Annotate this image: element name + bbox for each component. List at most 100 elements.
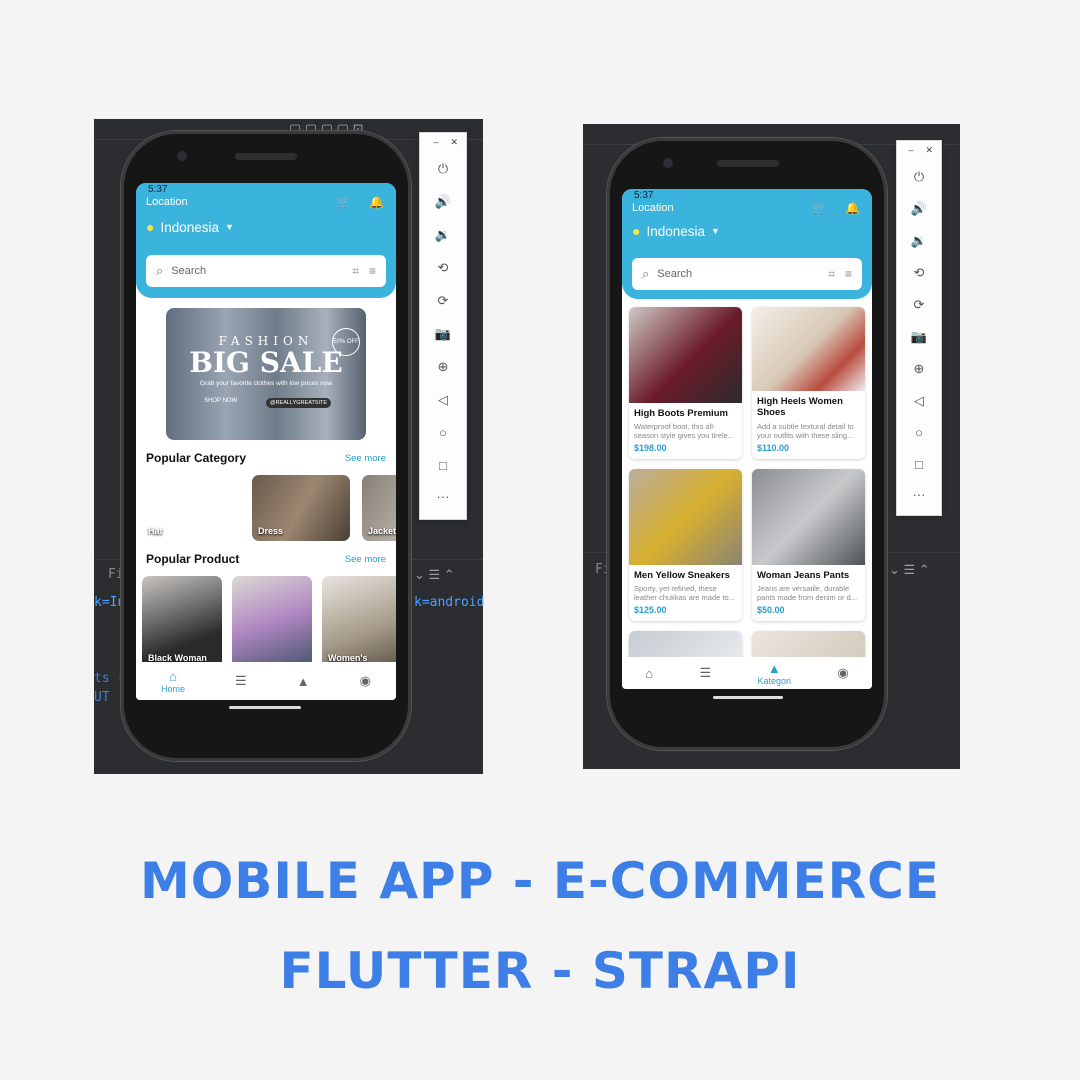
product-card[interactable]: Women's: [322, 576, 396, 668]
nav-home[interactable]: ⌂: [645, 666, 653, 681]
category-icon: ▲: [296, 673, 310, 689]
scan-icon[interactable]: ⌗: [828, 267, 835, 282]
volume-up-icon[interactable]: 🔊: [420, 194, 466, 210]
location-label: Location: [632, 202, 674, 214]
rotate-right-icon[interactable]: ⟳: [420, 293, 466, 309]
minimize-icon[interactable]: –: [908, 145, 913, 156]
see-more-link[interactable]: See more: [345, 554, 386, 565]
nav-category-label: Kategori: [757, 675, 792, 686]
home-indicator: [713, 696, 783, 699]
product-card[interactable]: Black Woman: [142, 576, 222, 668]
phone-frame-left: 5:37 Location 🛒 🔔 ● Indonesia ▼ ⌕ Search ⌗ …: [121, 131, 411, 761]
more-icon[interactable]: ···: [420, 489, 466, 504]
nav-profile[interactable]: ◉: [360, 673, 371, 689]
product-card[interactable]: High Boots Premium Waterproof boot, this…: [629, 307, 742, 459]
front-camera: [177, 151, 187, 161]
emulator-controls-left: – ✕ ⏻ 🔊 🔉 ⟲ ⟳ 📷 ⊕ ◁ ○ □ ···: [419, 132, 467, 520]
category-label: Hat: [148, 526, 163, 536]
category-card[interactable]: Hat: [142, 475, 240, 541]
camera-icon[interactable]: 📷: [420, 326, 466, 342]
product-card[interactable]: High Heels Women Shoes Add a subtle text…: [752, 307, 865, 459]
filter-icon[interactable]: ≡: [845, 267, 852, 281]
speaker: [717, 160, 779, 167]
volume-up-icon[interactable]: 🔊: [897, 201, 941, 217]
ide-filter-icons[interactable]: ⌄ ☰ ⌃: [414, 567, 455, 583]
home-indicator: [229, 706, 301, 709]
banner-badge: 50% OFF: [332, 328, 360, 356]
volume-down-icon[interactable]: 🔉: [897, 233, 941, 249]
filter-icon[interactable]: ≡: [369, 264, 376, 278]
speaker: [235, 153, 297, 160]
status-time: 5:37: [634, 190, 654, 201]
scan-icon[interactable]: ⌗: [352, 264, 359, 279]
product-desc: Waterproof boot, this all-season style g…: [634, 422, 735, 440]
home-icon: ⌂: [169, 668, 177, 684]
power-icon[interactable]: ⏻: [420, 161, 466, 177]
category-card[interactable]: Dress: [252, 475, 350, 541]
more-icon[interactable]: ···: [897, 487, 941, 502]
category-card[interactable]: Jacket: [362, 475, 396, 541]
bottom-nav: ⌂ ☰ ▲ Kategori ◉: [622, 657, 872, 689]
category-label: Jacket: [368, 526, 396, 536]
close-icon[interactable]: ✕: [925, 145, 933, 156]
search-bar[interactable]: ⌕ Search ⌗ ≡: [146, 255, 386, 287]
ide-filter-icons[interactable]: ⌄ ☰ ⌃: [889, 562, 930, 578]
home-icon[interactable]: ○: [420, 425, 466, 440]
country-name: Indonesia: [160, 219, 220, 235]
cart-icon[interactable]: 🛒: [812, 201, 827, 215]
product-card[interactable]: [232, 576, 312, 668]
banner-shop-now[interactable]: SHOP NOW: [204, 398, 237, 404]
phone-frame-right: 5:37 Location 🛒 🔔 ● Indonesia ▼ ⌕ Search ⌗ …: [607, 138, 887, 750]
zoom-in-icon[interactable]: ⊕: [420, 359, 466, 375]
back-icon[interactable]: ◁: [420, 392, 466, 408]
ide-code-line: k=android: [414, 595, 485, 610]
search-bar[interactable]: ⌕ Search ⌗ ≡: [632, 258, 862, 290]
nav-menu[interactable]: ☰: [699, 665, 711, 681]
zoom-in-icon[interactable]: ⊕: [897, 361, 941, 377]
nav-menu[interactable]: ☰: [235, 673, 247, 689]
nav-home-label: Home: [161, 683, 186, 694]
nav-home[interactable]: ⌂ Home: [161, 669, 185, 694]
cart-icon[interactable]: 🛒: [336, 195, 351, 209]
nav-category[interactable]: ▲ Kategori: [757, 661, 791, 686]
search-input[interactable]: Search: [171, 265, 206, 277]
rotate-right-icon[interactable]: ⟳: [897, 297, 941, 313]
see-more-link[interactable]: See more: [345, 453, 386, 464]
product-card[interactable]: Men Yellow Sneakers Sporty, yet refined,…: [629, 469, 742, 621]
search-input[interactable]: Search: [657, 268, 692, 280]
rotate-left-icon[interactable]: ⟲: [897, 265, 941, 281]
country-selector[interactable]: ● Indonesia ▼: [632, 223, 720, 239]
camera-icon[interactable]: 📷: [897, 329, 941, 345]
product-card[interactable]: Woman Jeans Pants Jeans are versatile, d…: [752, 469, 865, 621]
location-pin-icon: ●: [632, 223, 641, 239]
nav-profile[interactable]: ◉: [837, 665, 848, 681]
bell-icon[interactable]: 🔔: [369, 195, 384, 209]
menu-icon: ☰: [235, 673, 247, 688]
overview-icon[interactable]: □: [420, 458, 466, 473]
country-selector[interactable]: ● Indonesia ▼: [146, 219, 234, 235]
overview-icon[interactable]: □: [897, 457, 941, 472]
category-label: Dress: [258, 526, 284, 536]
power-icon[interactable]: ⏻: [897, 169, 941, 185]
product-price: $198.00: [634, 443, 667, 453]
profile-icon: ◉: [359, 673, 371, 688]
emulator-controls-right: – ✕ ⏻ 🔊 🔉 ⟲ ⟳ 📷 ⊕ ◁ ○ □ ···: [896, 140, 942, 516]
back-icon[interactable]: ◁: [897, 393, 941, 409]
bell-icon[interactable]: 🔔: [845, 201, 860, 215]
product-desc: Add a subtle textural detail to your out…: [757, 422, 854, 440]
home-icon: ⌂: [645, 665, 654, 681]
location-pin-icon: ●: [146, 219, 155, 235]
minimize-icon[interactable]: –: [433, 137, 438, 148]
promo-banner[interactable]: FASHION BIG SALE Grab your favorite clot…: [166, 308, 366, 440]
product-desc: Jeans are versatile, durable pants made …: [757, 584, 858, 602]
product-price: $110.00: [757, 443, 790, 453]
banner-handle: @REALLYGREATSITE: [266, 398, 332, 408]
volume-down-icon[interactable]: 🔉: [420, 227, 466, 243]
home-icon[interactable]: ○: [897, 425, 941, 440]
close-icon[interactable]: ✕: [450, 137, 458, 148]
country-name: Indonesia: [646, 223, 706, 239]
rotate-left-icon[interactable]: ⟲: [420, 260, 466, 276]
profile-icon: ◉: [837, 665, 849, 680]
nav-category[interactable]: ▲: [297, 674, 310, 689]
product-name: High Boots Premium: [634, 408, 728, 419]
